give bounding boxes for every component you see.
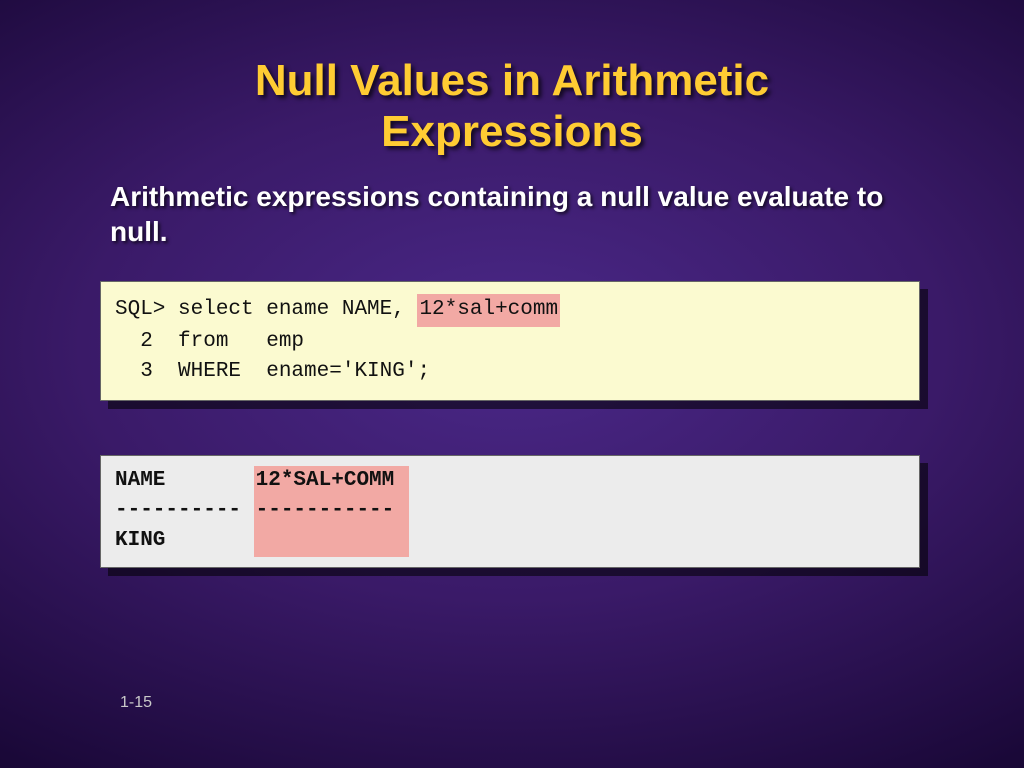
out-col1: NAME	[115, 469, 254, 492]
sql-code-box: SQL> select ename NAME, 12*sal+comm 2 fr…	[100, 281, 920, 400]
code-highlight: 12*sal+comm	[417, 294, 560, 326]
out-val1: KING	[115, 529, 254, 552]
out-div1: ----------	[115, 499, 254, 522]
code-line3: 3 WHERE ename='KING';	[115, 360, 430, 383]
out-div2-highlight: -----------	[254, 496, 409, 526]
page-number: 1-15	[120, 694, 152, 712]
slide-subtitle: Arithmetic expressions containing a null…	[110, 179, 890, 249]
out-val2-highlight	[254, 526, 409, 556]
slide-title: Null Values in Arithmetic Expressions	[0, 0, 1024, 157]
code-pre1: SQL> select ename NAME,	[115, 298, 417, 321]
out-col2-highlight: 12*SAL+COMM	[254, 466, 409, 496]
title-line1: Null Values in Arithmetic	[255, 56, 769, 105]
sql-output-box: NAME 12*SAL+COMM ---------- ----------- …	[100, 455, 920, 568]
code-line2: 2 from emp	[115, 330, 304, 353]
title-line2: Expressions	[381, 107, 643, 156]
